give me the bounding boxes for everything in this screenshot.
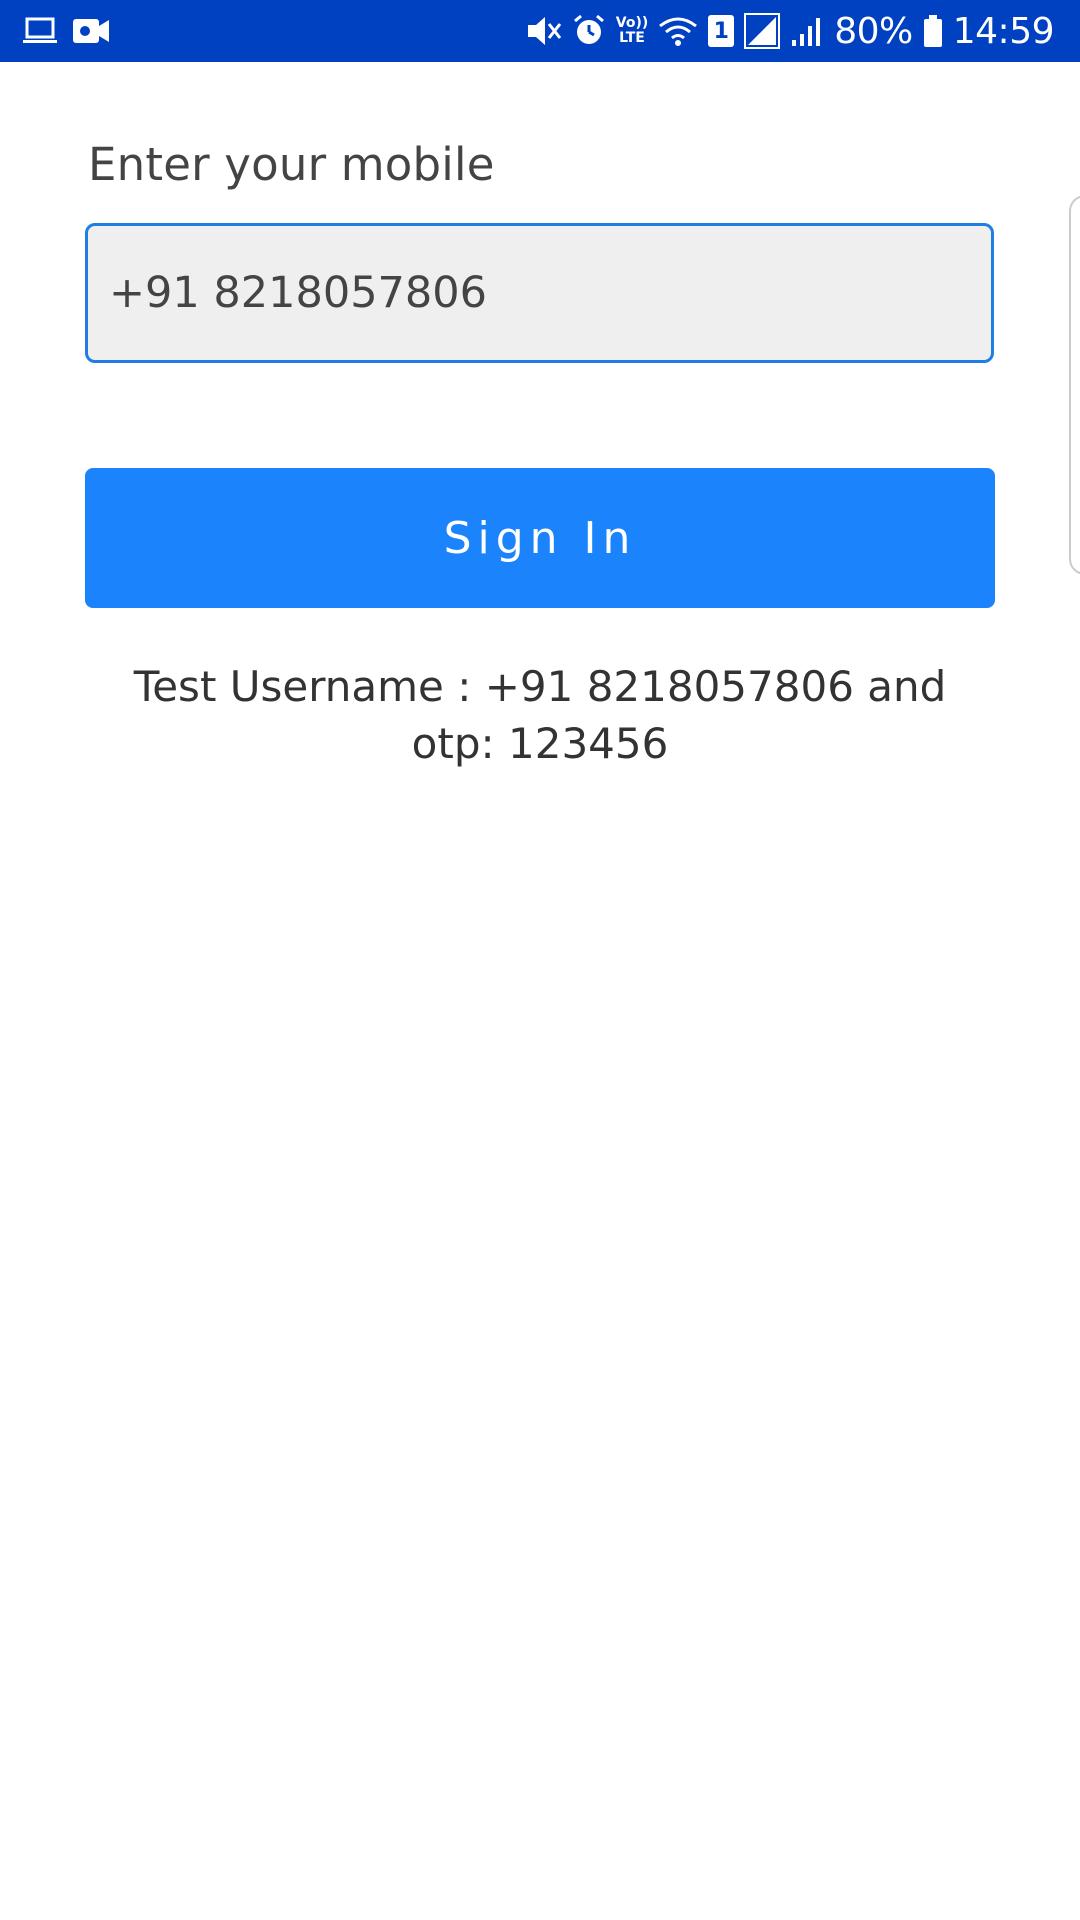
battery-icon [923, 14, 943, 48]
test-credentials-hint: Test Username : +91 8218057806 and otp: … [100, 658, 980, 772]
hint-line-1: Test Username : +91 8218057806 and [133, 662, 947, 711]
volte-icon: Vo)) LTE [616, 16, 648, 46]
signal-icon [790, 14, 824, 48]
alarm-icon [572, 14, 606, 48]
hint-line-2: otp: 123456 [411, 719, 669, 768]
wifi-icon [658, 14, 698, 48]
clock: 14:59 [952, 10, 1055, 52]
signal-icon [744, 13, 781, 49]
status-bar-left [22, 16, 124, 46]
login-screen: Enter your mobile Sign In Test Username … [0, 62, 1080, 1920]
status-bar: Vo)) LTE 1 80% 14:59 [0, 0, 1080, 62]
sim-icon: 1 [708, 15, 735, 47]
mobile-input[interactable] [85, 223, 994, 363]
video-camera-icon [72, 16, 110, 46]
edge-panel-handle[interactable] [1069, 195, 1080, 575]
battery-percent: 80% [834, 10, 913, 52]
volte-bottom-text: LTE [619, 30, 645, 46]
mobile-label: Enter your mobile [88, 138, 495, 191]
mute-icon [526, 14, 562, 48]
volte-top-text: Vo)) [615, 15, 649, 31]
laptop-icon [22, 16, 58, 46]
sign-in-button[interactable]: Sign In [85, 468, 995, 608]
status-bar-right: Vo)) LTE 1 80% 14:59 [516, 10, 1055, 52]
